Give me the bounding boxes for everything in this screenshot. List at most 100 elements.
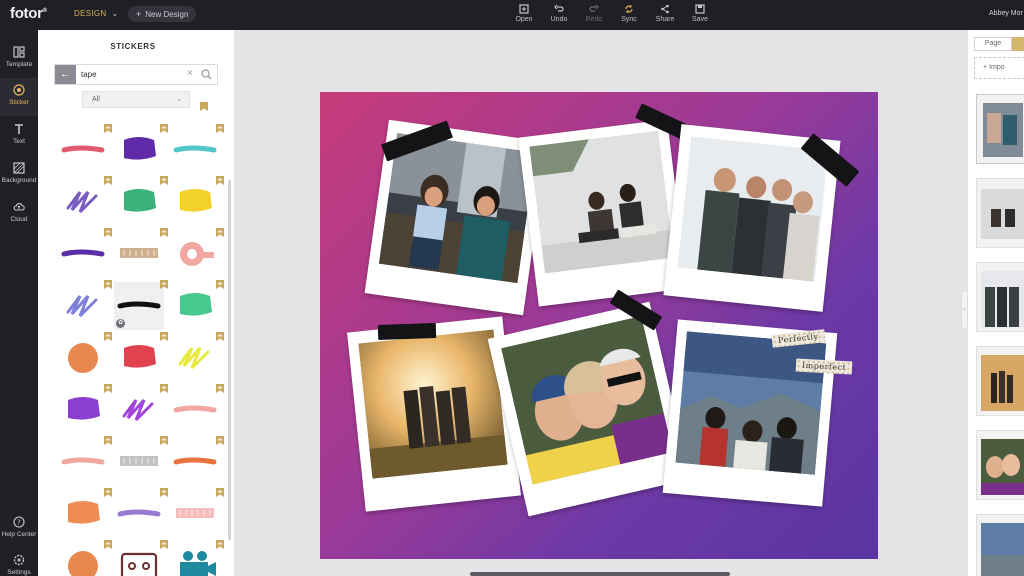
premium-badge-icon — [160, 488, 168, 497]
sticker-item[interactable] — [58, 384, 112, 434]
nav-settings[interactable]: Settings — [0, 548, 38, 576]
pages-panel-toggle[interactable]: › — [961, 290, 968, 330]
premium-badge-icon — [216, 384, 224, 393]
sticker-item[interactable] — [58, 228, 112, 278]
polaroid-friends-sitting[interactable] — [518, 119, 688, 307]
page-thumbnail[interactable] — [976, 94, 1024, 164]
photo-guys-hugging — [677, 136, 829, 282]
tab-layers[interactable] — [1012, 37, 1024, 51]
save-icon — [695, 4, 705, 14]
sticker-item[interactable] — [114, 384, 168, 434]
sticker-item[interactable] — [58, 124, 112, 174]
thumb-image — [977, 179, 1024, 247]
sticker-item[interactable] — [170, 176, 224, 226]
sticker-washi-icon — [120, 456, 158, 466]
help-icon: ? — [13, 516, 25, 528]
clear-search-icon[interactable]: × — [187, 68, 193, 79]
sticker-item[interactable] — [114, 332, 168, 382]
page-thumbnail[interactable] — [976, 262, 1024, 332]
back-button[interactable]: ← — [55, 65, 76, 84]
workspace: Perfectly Imperfect — [234, 30, 968, 576]
sticker-item[interactable] — [58, 280, 112, 330]
sticker-item[interactable] — [114, 540, 168, 576]
fotor-logo[interactable]: fotor® — [10, 5, 47, 22]
sticker-scribble-icon — [66, 191, 98, 214]
chevron-down-icon: ⌄ — [111, 9, 119, 18]
premium-badge-icon — [216, 280, 224, 289]
page-thumbnail[interactable] — [976, 346, 1024, 416]
polaroid-group-mountains[interactable] — [662, 319, 838, 507]
sticker-item[interactable] — [58, 436, 112, 486]
sticker-item[interactable]: ✿ — [114, 280, 168, 330]
sticker-circle-icon — [68, 343, 98, 373]
sticker-item[interactable] — [170, 488, 224, 538]
page-thumbnail[interactable] — [976, 430, 1024, 500]
sticker-grid: ✿ — [54, 98, 224, 576]
design-menu[interactable]: DESIGN ⌄ — [74, 9, 119, 18]
thumb-image — [977, 95, 1024, 163]
user-menu[interactable]: Abbey Mor — [989, 10, 1023, 17]
tab-page[interactable]: Page — [974, 37, 1012, 51]
sticker-item[interactable] — [114, 228, 168, 278]
sticker-item[interactable] — [58, 540, 112, 576]
sticker-item[interactable] — [114, 488, 168, 538]
open-button[interactable]: Open — [509, 4, 539, 23]
sticker-item[interactable] — [170, 384, 224, 434]
thumb-image — [977, 347, 1024, 415]
nav-template[interactable]: Template — [0, 40, 38, 78]
nav-background[interactable]: Background — [0, 156, 38, 194]
sticker-item[interactable] — [58, 332, 112, 382]
sticker-stroke-icon — [173, 405, 217, 413]
search-icon[interactable] — [201, 69, 212, 80]
sticker-blob-icon — [68, 397, 100, 420]
panel-scrollbar[interactable] — [228, 180, 231, 540]
cloud-icon — [13, 203, 25, 211]
nav-cloud[interactable]: Cloud — [0, 195, 38, 233]
sticker-camera-icon — [180, 551, 216, 576]
sticker-item[interactable] — [114, 176, 168, 226]
redo-icon — [589, 4, 599, 12]
new-design-button[interactable]: + New Design — [128, 6, 197, 22]
premium-badge-icon — [104, 124, 112, 133]
sticker-item[interactable] — [170, 228, 224, 278]
premium-badge-icon — [104, 488, 112, 497]
top-bar: fotor® DESIGN ⌄ + New Design Open Undo Red… — [0, 0, 1024, 30]
sticker-item[interactable] — [58, 176, 112, 226]
redo-label: Redo — [585, 16, 603, 23]
nav-text[interactable]: Text — [0, 117, 38, 155]
nav-help-center[interactable]: ? Help Center — [0, 510, 38, 548]
page-thumbnail[interactable] — [976, 178, 1024, 248]
sticker-item[interactable] — [170, 436, 224, 486]
sticker-item[interactable] — [170, 540, 224, 576]
sticker-item[interactable] — [170, 124, 224, 174]
sticker-item[interactable] — [58, 488, 112, 538]
sticker-item[interactable] — [170, 332, 224, 382]
redo-button[interactable]: Redo — [579, 4, 609, 23]
nav-sticker-label: Sticker — [9, 99, 29, 106]
sticker-blob-icon — [124, 345, 156, 368]
import-button[interactable]: + Impo — [974, 57, 1024, 79]
guys-hugging-image — [677, 136, 829, 282]
sticker-blob-icon — [124, 189, 156, 212]
sticker-item[interactable] — [114, 124, 168, 174]
share-label: Share — [655, 16, 675, 23]
gear-icon[interactable]: ✿ — [116, 319, 125, 328]
save-label: Save — [692, 16, 708, 23]
sticker-item[interactable] — [114, 436, 168, 486]
sync-icon — [625, 5, 633, 13]
nav-sticker[interactable]: Sticker — [0, 78, 38, 116]
sync-button[interactable]: Sync — [614, 4, 644, 23]
page-thumbnail[interactable] — [976, 514, 1024, 576]
canvas-horizontal-scrollbar[interactable] — [470, 572, 730, 576]
sunset-group-image — [358, 329, 508, 479]
search-input[interactable] — [81, 68, 181, 81]
premium-badge-icon — [104, 332, 112, 341]
share-button[interactable]: Share — [650, 4, 680, 23]
photo-selfie — [501, 315, 673, 485]
save-button[interactable]: Save — [685, 4, 715, 23]
design-canvas[interactable]: Perfectly Imperfect — [320, 92, 878, 559]
premium-badge-icon — [104, 176, 112, 185]
undo-label: Undo — [550, 16, 568, 23]
sticker-item[interactable] — [170, 280, 224, 330]
undo-button[interactable]: Undo — [544, 4, 574, 23]
